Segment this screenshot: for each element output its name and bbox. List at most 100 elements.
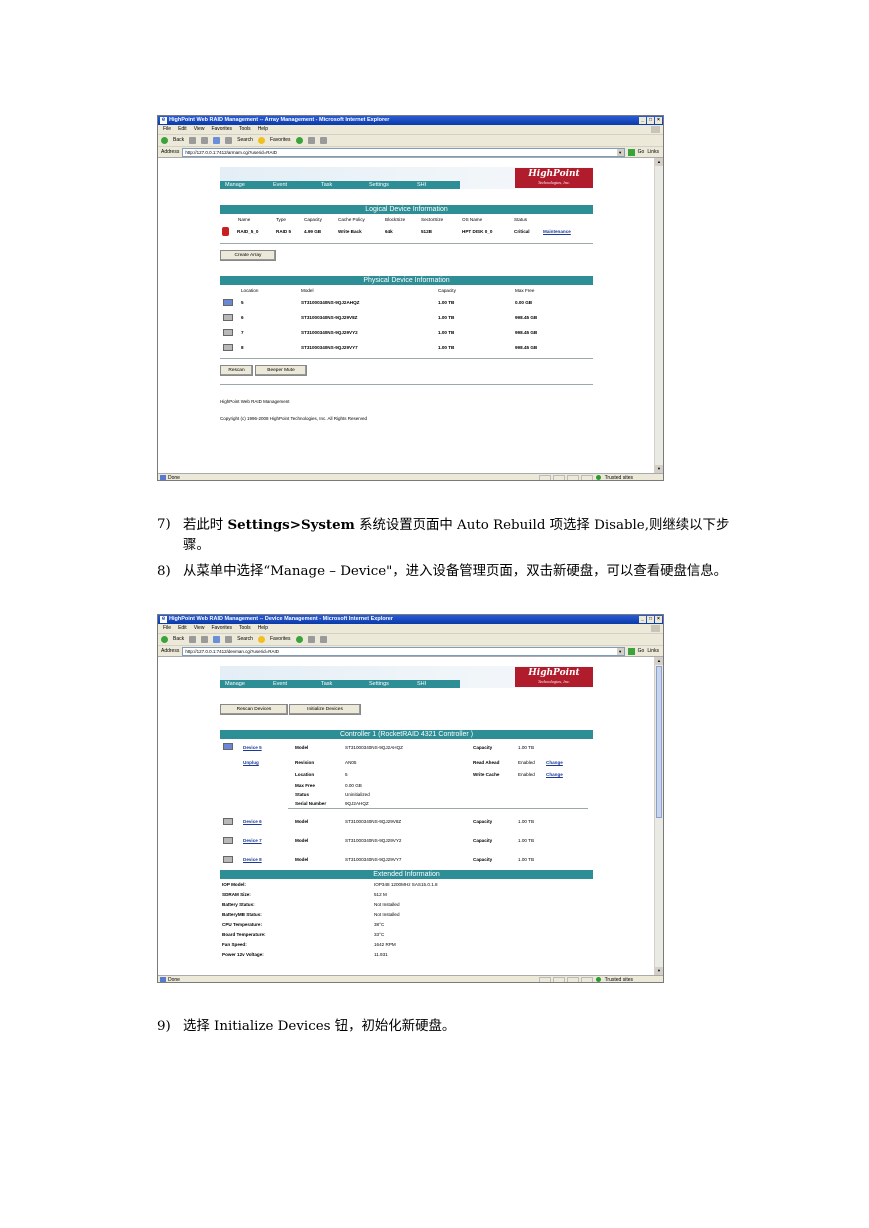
home-icon[interactable] xyxy=(225,636,233,643)
go-icon[interactable] xyxy=(627,148,635,156)
go-button[interactable]: Go xyxy=(638,147,645,157)
print-icon[interactable] xyxy=(319,636,327,643)
nav-settings[interactable]: Settings xyxy=(364,680,412,688)
array-status: Critical xyxy=(514,229,530,234)
mail-icon[interactable] xyxy=(307,636,315,643)
step-7: 7) 若此时 Settings>System 系统设置页面中 Auto Rebu… xyxy=(157,515,747,555)
disk-icon xyxy=(223,856,233,863)
ext-label: BatteryMB Status: xyxy=(222,912,262,917)
ext-label: IOP Model: xyxy=(222,882,246,887)
model-value: ST31000340NS-9QJ29VY2 xyxy=(345,838,402,843)
address-dropdown-icon[interactable]: ▼ xyxy=(616,148,624,156)
security-zone: Trusted sites xyxy=(596,474,633,480)
unplug-link[interactable]: Unplug xyxy=(243,760,259,766)
media-icon[interactable] xyxy=(295,137,303,144)
forward-icon[interactable] xyxy=(189,636,197,643)
minimize-button[interactable]: _ xyxy=(639,117,646,124)
nav-shi[interactable]: SHI xyxy=(412,680,460,688)
nav-manage[interactable]: Manage xyxy=(220,680,268,688)
disk-model: ST31000340NS-9QJ2AHQZ xyxy=(301,300,360,305)
refresh-icon[interactable] xyxy=(213,137,221,144)
maintenance-link[interactable]: Maintenance xyxy=(543,229,571,235)
favorites-icon[interactable] xyxy=(257,137,265,144)
rescan-button[interactable]: Rescan xyxy=(220,365,253,376)
address-dropdown-icon[interactable]: ▼ xyxy=(616,647,624,655)
close-button[interactable]: × xyxy=(655,117,662,124)
vertical-scrollbar[interactable]: ▲ ▼ xyxy=(654,158,663,473)
step-text-bold: Settings>System xyxy=(227,517,355,533)
menu-help[interactable]: Help xyxy=(258,624,268,633)
col-block-size: BlockSize xyxy=(385,217,406,222)
menu-file[interactable]: File xyxy=(163,624,171,633)
minimize-button[interactable]: _ xyxy=(639,616,646,623)
device-link[interactable]: Device 8 xyxy=(243,857,262,863)
menu-edit[interactable]: Edit xyxy=(178,624,187,633)
favorites-button[interactable]: Favorites xyxy=(270,634,291,645)
nav-task[interactable]: Task xyxy=(316,181,364,189)
menu-favorites[interactable]: Favorites xyxy=(211,125,232,134)
menu-help[interactable]: Help xyxy=(258,125,268,134)
write-cache-change-link[interactable]: Change xyxy=(546,772,563,778)
address-input[interactable]: http://127.0.0.1:7412/devman.cgi?userid=… xyxy=(182,646,625,656)
stop-icon[interactable] xyxy=(201,636,209,643)
vertical-scrollbar[interactable]: ▲ ▼ xyxy=(654,657,663,975)
back-icon[interactable] xyxy=(161,137,168,144)
nav-manage[interactable]: Manage xyxy=(220,181,268,189)
links-button[interactable]: Links xyxy=(647,147,659,157)
links-button[interactable]: Links xyxy=(647,646,659,656)
main-nav: Manage Event Task Settings SHI xyxy=(220,181,460,189)
go-button[interactable]: Go xyxy=(638,646,645,656)
back-icon[interactable] xyxy=(161,636,168,643)
read-ahead-change-link[interactable]: Change xyxy=(546,760,563,766)
media-icon[interactable] xyxy=(295,636,303,643)
scroll-thumb[interactable] xyxy=(656,666,662,818)
menu-file[interactable]: File xyxy=(163,125,171,134)
menu-tools[interactable]: Tools xyxy=(239,624,251,633)
model-label: Model xyxy=(295,857,309,862)
beeper-mute-button[interactable]: Beeper Mute xyxy=(255,365,307,376)
maximize-button[interactable]: □ xyxy=(647,616,654,623)
nav-settings[interactable]: Settings xyxy=(364,181,412,189)
nav-task[interactable]: Task xyxy=(316,680,364,688)
favorites-button[interactable]: Favorites xyxy=(270,135,291,146)
nav-event[interactable]: Event xyxy=(268,680,316,688)
nav-event[interactable]: Event xyxy=(268,181,316,189)
nav-shi[interactable]: SHI xyxy=(412,181,460,189)
device-link[interactable]: Device 7 xyxy=(243,838,262,844)
scroll-down-icon[interactable]: ▼ xyxy=(655,967,663,975)
device-link[interactable]: Device 6 xyxy=(243,819,262,825)
search-button[interactable]: Search xyxy=(237,634,253,645)
refresh-icon[interactable] xyxy=(213,636,221,643)
create-array-button[interactable]: Create Array xyxy=(220,250,276,261)
scroll-up-icon[interactable]: ▲ xyxy=(655,657,663,665)
menu-favorites[interactable]: Favorites xyxy=(211,624,232,633)
forward-icon[interactable] xyxy=(189,137,197,144)
back-button[interactable]: Back xyxy=(173,634,184,645)
scroll-down-icon[interactable]: ▼ xyxy=(655,465,663,473)
home-icon[interactable] xyxy=(225,137,233,144)
go-icon[interactable] xyxy=(627,647,635,655)
model-label: Model xyxy=(295,838,309,843)
menu-view[interactable]: View xyxy=(194,624,205,633)
device-5-link[interactable]: Device 5 xyxy=(243,745,262,751)
scroll-up-icon[interactable]: ▲ xyxy=(655,158,663,166)
address-input[interactable]: http://127.0.0.1:7412/armam.cgi?userid=R… xyxy=(182,147,625,157)
mail-icon[interactable] xyxy=(307,137,315,144)
back-button[interactable]: Back xyxy=(173,135,184,146)
logo-sub: Technologies, Inc. xyxy=(537,680,571,684)
rescan-devices-button[interactable]: Rescan Devices xyxy=(220,704,288,715)
array-name: RAID_5_0 xyxy=(237,229,259,234)
favorites-icon[interactable] xyxy=(257,636,265,643)
maximize-button[interactable]: □ xyxy=(647,117,654,124)
search-button[interactable]: Search xyxy=(237,135,253,146)
print-icon[interactable] xyxy=(319,137,327,144)
initialize-devices-button[interactable]: Initialize Devices xyxy=(289,704,361,715)
menu-edit[interactable]: Edit xyxy=(178,125,187,134)
close-button[interactable]: × xyxy=(655,616,662,623)
windows-logo-icon xyxy=(651,126,660,133)
menu-tools[interactable]: Tools xyxy=(239,125,251,134)
window-title: HighPoint Web RAID Management -- Array M… xyxy=(169,117,390,123)
stop-icon[interactable] xyxy=(201,137,209,144)
field-label: Max Free xyxy=(295,783,315,788)
menu-view[interactable]: View xyxy=(194,125,205,134)
